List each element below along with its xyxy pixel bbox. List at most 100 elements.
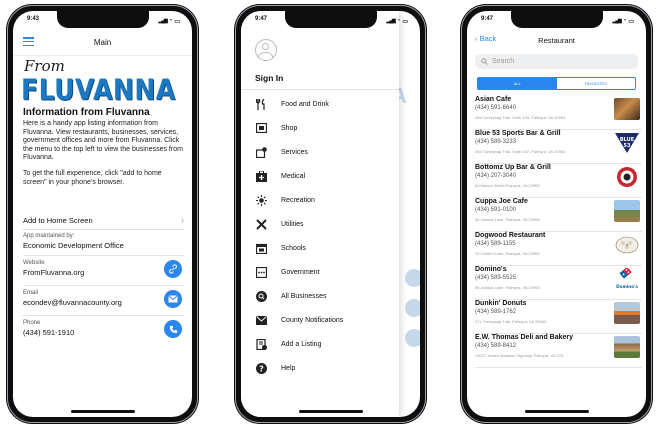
business-phone: (434) 589-3233 bbox=[475, 139, 517, 145]
contact-value: FromFluvanna.org bbox=[23, 268, 85, 277]
chevron-right-icon: › bbox=[181, 215, 184, 225]
tools-icon bbox=[255, 218, 267, 230]
business-phone: (434) 589-1155 bbox=[475, 241, 516, 247]
list-item[interactable]: Cuppa Joe Cafe (434) 591-0100 90 Joshua … bbox=[475, 197, 642, 232]
menu-item-medical[interactable]: Medical bbox=[255, 169, 395, 183]
add-listing-icon bbox=[255, 338, 267, 350]
menu-item-county-notifications[interactable]: County Notifications bbox=[255, 313, 395, 327]
status-time: 9:47 bbox=[255, 16, 268, 22]
phone-icon[interactable] bbox=[164, 320, 182, 338]
home-indicator bbox=[524, 410, 589, 413]
contact-value: econdev@fluvannacounty.org bbox=[23, 298, 122, 307]
business-address: 13027 James Madison Highway, Palmyra, VA… bbox=[475, 353, 567, 358]
segment-all[interactable]: ALL bbox=[478, 78, 557, 89]
logo-name: FLUVANNA bbox=[21, 73, 176, 107]
sun-icon bbox=[255, 194, 267, 206]
menu-item-schools[interactable]: Schools bbox=[255, 241, 395, 255]
menu-label: Help bbox=[281, 364, 296, 372]
business-name: Asian Cafe bbox=[475, 96, 512, 103]
menu-item-government[interactable]: Government bbox=[255, 265, 395, 279]
phone-menu: A 9:47 ▂▄▆◔▭ Sign In Food and Drink Shop… bbox=[234, 4, 427, 424]
contact-value: (434) 591-1910 bbox=[23, 328, 75, 337]
list-item[interactable]: Bottomz Up Bar & Grill (434) 207-3040 63… bbox=[475, 163, 642, 198]
menu-item-food-and-drink[interactable]: Food and Drink bbox=[255, 97, 395, 111]
business-address: 86 Joshua Lane, Palmyra, VA 22963 bbox=[475, 285, 540, 290]
list-item[interactable]: Blue 53 Sports Bar & Grill (434) 589-323… bbox=[475, 129, 642, 164]
menu-item-all-businesses[interactable]: All Businesses bbox=[255, 289, 395, 303]
status-icons: ▂▄▆ ◔ ▭ bbox=[612, 18, 634, 25]
menu-label: Utilities bbox=[281, 220, 304, 228]
business-phone: (434) 589-1762 bbox=[475, 309, 517, 315]
nav-title: Restaurant bbox=[538, 35, 575, 45]
blue53-logo: BLUE53 bbox=[615, 133, 639, 153]
list-item[interactable]: Dunkin' Donuts (434) 589-1762 271 Turkey… bbox=[475, 299, 642, 334]
menu-label: Medical bbox=[281, 172, 306, 180]
menu-screen: A 9:47 ▂▄▆◔▭ Sign In Food and Drink Shop… bbox=[241, 11, 420, 417]
description: Here is a handy app listing information … bbox=[23, 120, 183, 162]
status-time: 9:43 bbox=[27, 16, 40, 22]
business-address: 90 Joshua Lane, Palmyra, VA 22963 bbox=[475, 217, 540, 222]
business-address: 10 Centre Court, Palmyra, VA 22963 bbox=[475, 251, 540, 256]
shop-icon bbox=[255, 122, 267, 134]
maintained-value: Economic Development Office bbox=[23, 241, 124, 250]
svg-text:?: ? bbox=[259, 364, 264, 373]
status-bar: 9:47 ▂▄▆ ◔ ▭ bbox=[255, 16, 408, 26]
search-input[interactable]: Search bbox=[475, 54, 638, 69]
sign-in-link[interactable]: Sign In bbox=[255, 73, 283, 83]
cuppa-joe-photo bbox=[614, 200, 640, 222]
dogwood-logo bbox=[615, 236, 639, 254]
add-to-home-row[interactable]: Add to Home Screen › bbox=[23, 211, 184, 230]
contact-label: Email bbox=[23, 290, 39, 296]
back-button[interactable]: ‹ Back bbox=[475, 34, 496, 43]
search-icon bbox=[481, 58, 488, 65]
business-name: Blue 53 Sports Bar & Grill bbox=[475, 130, 561, 137]
envelope-icon bbox=[255, 314, 267, 326]
business-phone: (434) 207-3040 bbox=[475, 173, 517, 179]
back-label: Back bbox=[479, 34, 497, 43]
business-name: Dogwood Restaurant bbox=[475, 232, 546, 239]
home-indicator bbox=[70, 410, 135, 413]
menu-item-recreation[interactable]: Recreation bbox=[255, 193, 395, 207]
side-drawer: Sign In Food and Drink Shop Services Med… bbox=[241, 11, 399, 417]
phone-restaurants: 9:47 ▂▄▆ ◔ ▭ ‹ Back Restaurant Search ALL … bbox=[460, 4, 653, 424]
business-name: E.W. Thomas Deli and Bakery bbox=[475, 334, 574, 341]
contact-website: Website FromFluvanna.org bbox=[23, 255, 184, 286]
menu-item-add-listing[interactable]: Add a Listing bbox=[255, 337, 395, 351]
menu-item-help[interactable]: ? Help bbox=[255, 361, 395, 375]
menu-icon[interactable] bbox=[23, 37, 34, 46]
contact-label: Phone bbox=[23, 320, 41, 326]
link-icon[interactable] bbox=[164, 260, 182, 278]
menu-item-services[interactable]: Services bbox=[255, 145, 395, 159]
business-address: 63 Market Street Palmyra, VA 22963 bbox=[475, 183, 540, 188]
filter-segmented-control: ALL FAVORITES bbox=[477, 77, 636, 90]
menu-item-utilities[interactable]: Utilities bbox=[255, 217, 395, 231]
phone-main: 9:43 ▂▄▆ ◔ ▭ Main From FLUVANNA Informatio… bbox=[6, 4, 199, 424]
add-to-home-label: Add to Home Screen bbox=[23, 215, 93, 225]
list-item[interactable]: Dogwood Restaurant (434) 589-1155 10 Cen… bbox=[475, 231, 642, 266]
menu-label: Shop bbox=[281, 124, 298, 132]
menu-label: Food and Drink bbox=[281, 100, 329, 108]
list-item[interactable]: Domino's (434) 589-5525 86 Joshua Lane, … bbox=[475, 265, 642, 300]
business-name: Domino's bbox=[475, 266, 507, 273]
business-name: Cuppa Joe Cafe bbox=[475, 198, 528, 205]
mail-icon[interactable] bbox=[164, 290, 182, 308]
list-item[interactable]: Asian Cafe (434) 591-6640 265 Turkeysag … bbox=[475, 95, 642, 130]
status-icons: ▂▄▆ ◔ ▭ bbox=[158, 18, 180, 25]
bg-link-icon bbox=[405, 269, 420, 287]
business-name: Bottomz Up Bar & Grill bbox=[475, 164, 551, 171]
contact-label: Website bbox=[23, 260, 45, 266]
list-item[interactable]: E.W. Thomas Deli and Bakery (434) 589-84… bbox=[475, 333, 642, 368]
business-address: 265 Turkeysag Trail, Suite 103, Palmyra,… bbox=[475, 115, 566, 120]
avatar-icon[interactable] bbox=[255, 39, 277, 61]
bg-mail-icon bbox=[405, 299, 420, 317]
search-placeholder: Search bbox=[492, 58, 515, 65]
menu-label: Government bbox=[281, 268, 320, 276]
svg-text:53: 53 bbox=[624, 143, 631, 149]
calendar-icon bbox=[255, 242, 267, 254]
menu-item-shop[interactable]: Shop bbox=[255, 121, 395, 135]
segment-favorites[interactable]: FAVORITES bbox=[557, 78, 636, 89]
business-phone: (434) 591-0100 bbox=[475, 207, 517, 213]
contact-phone: Phone (434) 591-1910 bbox=[23, 315, 184, 346]
home-indicator bbox=[298, 410, 363, 413]
dunkin-photo bbox=[614, 302, 640, 324]
